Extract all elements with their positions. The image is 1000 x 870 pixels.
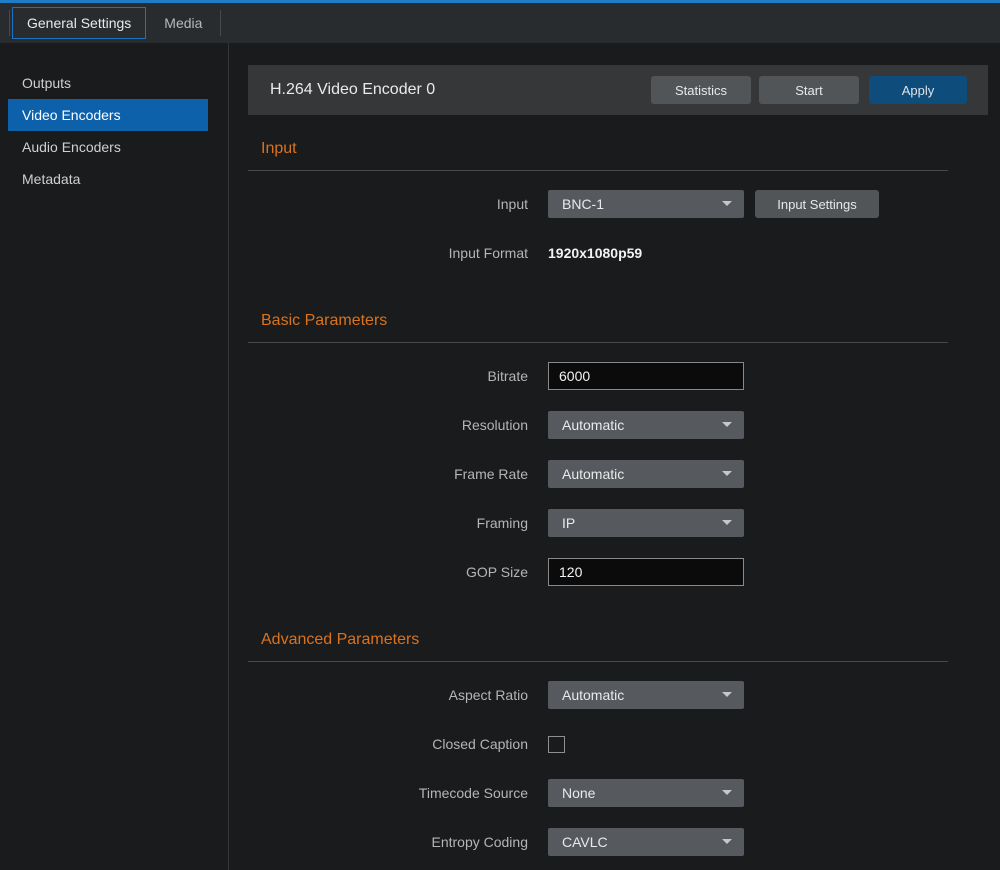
statistics-button[interactable]: Statistics	[651, 76, 751, 104]
input-settings-button[interactable]: Input Settings	[755, 190, 879, 218]
chevron-down-icon	[722, 692, 732, 697]
form-row-resolution: Resolution Automatic	[248, 411, 1000, 439]
form-row-frame-rate: Frame Rate Automatic	[248, 460, 1000, 488]
chevron-down-icon	[722, 520, 732, 525]
form-row-input: Input BNC-1 Input Settings	[248, 190, 1000, 218]
dropdown-value: IP	[562, 515, 575, 531]
framing-dropdown[interactable]: IP	[548, 509, 744, 537]
chevron-down-icon	[722, 790, 732, 795]
gop-size-input[interactable]	[548, 558, 744, 586]
aspect-ratio-label: Aspect Ratio	[248, 687, 528, 703]
tab-divider	[9, 10, 10, 36]
dropdown-value: CAVLC	[562, 834, 608, 850]
bitrate-label: Bitrate	[248, 368, 528, 384]
page-title: H.264 Video Encoder 0	[270, 81, 651, 99]
timecode-source-dropdown[interactable]: None	[548, 779, 744, 807]
frame-rate-dropdown[interactable]: Automatic	[548, 460, 744, 488]
form-row-entropy-coding: Entropy Coding CAVLC	[248, 828, 1000, 856]
aspect-ratio-dropdown[interactable]: Automatic	[548, 681, 744, 709]
input-format-label: Input Format	[248, 245, 528, 261]
timecode-source-label: Timecode Source	[248, 785, 528, 801]
chevron-down-icon	[722, 201, 732, 206]
tab-media[interactable]: Media	[146, 8, 220, 38]
sidebar-item-metadata[interactable]: Metadata	[8, 163, 208, 195]
dropdown-value: None	[562, 785, 595, 801]
input-format-value: 1920x1080p59	[548, 245, 642, 261]
sidebar-item-outputs[interactable]: Outputs	[8, 67, 208, 99]
section-divider	[248, 661, 948, 662]
form-row-closed-caption: Closed Caption	[248, 730, 1000, 758]
bitrate-input[interactable]	[548, 362, 744, 390]
encoder-panel-header: H.264 Video Encoder 0 Statistics Start A…	[248, 65, 988, 115]
sidebar-item-audio-encoders[interactable]: Audio Encoders	[8, 131, 208, 163]
form-row-aspect-ratio: Aspect Ratio Automatic	[248, 681, 1000, 709]
tab-general-settings[interactable]: General Settings	[12, 7, 146, 39]
entropy-coding-dropdown[interactable]: CAVLC	[548, 828, 744, 856]
entropy-coding-label: Entropy Coding	[248, 834, 528, 850]
dropdown-value: Automatic	[562, 417, 624, 433]
section-advanced-parameters: Advanced Parameters Aspect Ratio Automat…	[248, 631, 1000, 856]
main-content: H.264 Video Encoder 0 Statistics Start A…	[229, 43, 1000, 870]
form-row-bitrate: Bitrate	[248, 362, 1000, 390]
framing-label: Framing	[248, 515, 528, 531]
section-title-advanced-parameters: Advanced Parameters	[261, 631, 1000, 649]
dropdown-value: Automatic	[562, 466, 624, 482]
section-basic-parameters: Basic Parameters Bitrate Resolution Auto…	[248, 312, 1000, 586]
form-row-framing: Framing IP	[248, 509, 1000, 537]
resolution-label: Resolution	[248, 417, 528, 433]
form-row-gop-size: GOP Size	[248, 558, 1000, 586]
chevron-down-icon	[722, 471, 732, 476]
apply-button[interactable]: Apply	[869, 76, 967, 104]
dropdown-value: BNC-1	[562, 196, 604, 212]
closed-caption-label: Closed Caption	[248, 736, 528, 752]
top-tab-bar: General Settings Media	[0, 3, 1000, 43]
form-row-timecode-source: Timecode Source None	[248, 779, 1000, 807]
chevron-down-icon	[722, 422, 732, 427]
resolution-dropdown[interactable]: Automatic	[548, 411, 744, 439]
section-title-input: Input	[261, 140, 1000, 158]
sidebar-item-video-encoders[interactable]: Video Encoders	[8, 99, 208, 131]
section-title-basic-parameters: Basic Parameters	[261, 312, 1000, 330]
frame-rate-label: Frame Rate	[248, 466, 528, 482]
chevron-down-icon	[722, 839, 732, 844]
gop-size-label: GOP Size	[248, 564, 528, 580]
input-label: Input	[248, 196, 528, 212]
dropdown-value: Automatic	[562, 687, 624, 703]
section-divider	[248, 170, 948, 171]
section-divider	[248, 342, 948, 343]
closed-caption-checkbox[interactable]	[548, 736, 565, 753]
input-source-dropdown[interactable]: BNC-1	[548, 190, 744, 218]
tab-divider	[220, 10, 221, 36]
sidebar: Outputs Video Encoders Audio Encoders Me…	[0, 43, 229, 870]
section-input: Input Input BNC-1 Input Settings Input F…	[248, 140, 1000, 267]
page-layout: Outputs Video Encoders Audio Encoders Me…	[0, 43, 1000, 870]
start-button[interactable]: Start	[759, 76, 859, 104]
form-row-input-format: Input Format 1920x1080p59	[248, 239, 1000, 267]
